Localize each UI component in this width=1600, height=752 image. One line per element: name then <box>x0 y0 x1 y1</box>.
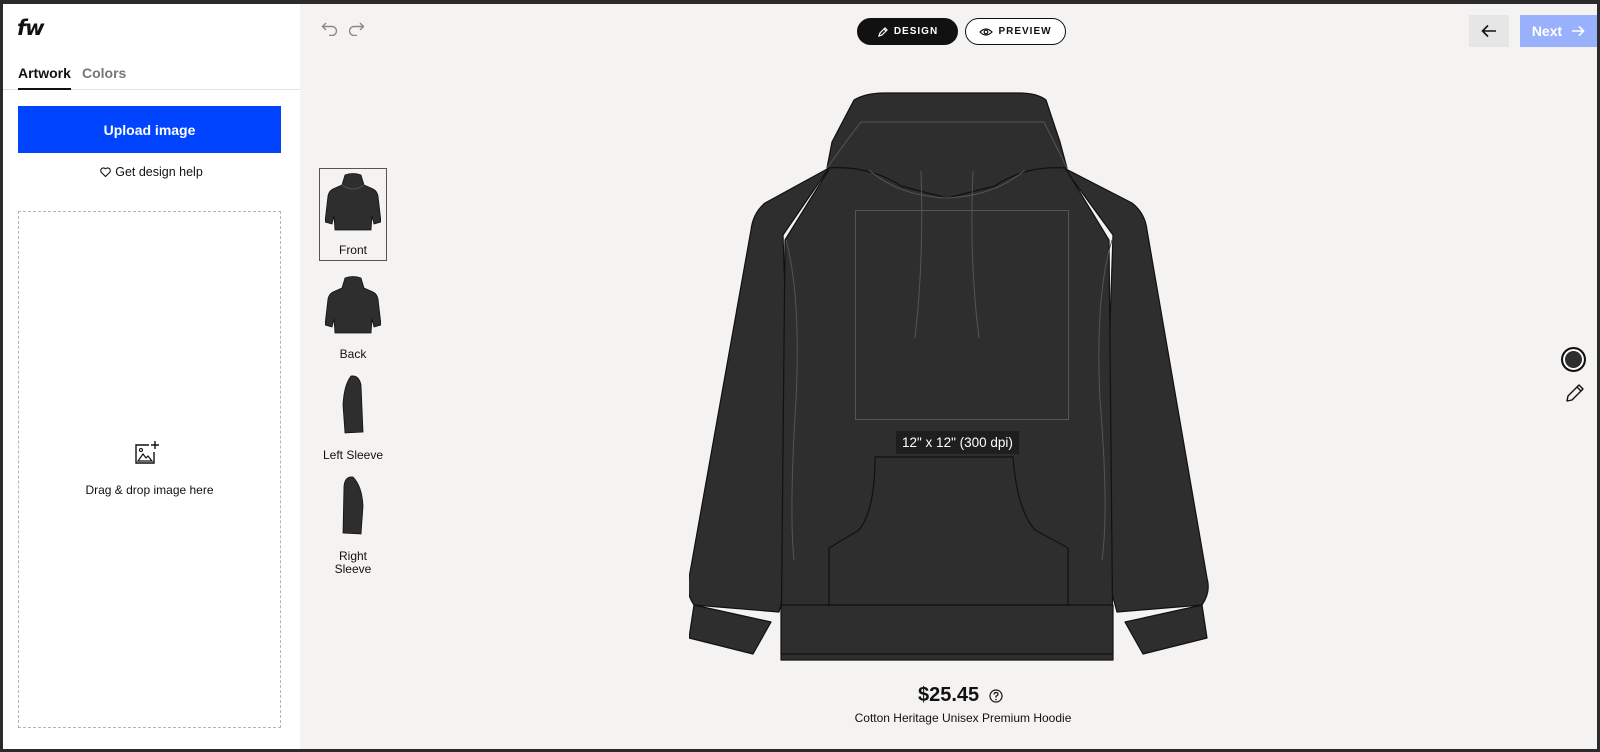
garment-color-swatch[interactable] <box>1561 347 1586 372</box>
pen-icon <box>877 26 888 37</box>
print-area-dimensions: 12" x 12" (300 dpi) <box>896 431 1019 454</box>
right-sleeve-thumbnail <box>320 473 386 539</box>
undo-icon[interactable] <box>321 20 339 36</box>
redo-icon[interactable] <box>347 20 365 36</box>
view-left-sleeve-label: Left Sleeve <box>322 448 384 462</box>
product-name: Cotton Heritage Unisex Premium Hoodie <box>854 711 1072 725</box>
get-design-help-link[interactable]: Get design help <box>3 165 300 179</box>
get-design-help-label: Get design help <box>115 165 203 179</box>
print-area[interactable] <box>855 210 1069 420</box>
eye-icon <box>979 27 994 36</box>
design-mode-button[interactable]: DESIGN <box>857 18 958 45</box>
image-dropzone[interactable]: Drag & drop image here <box>18 211 281 728</box>
add-image-icon <box>135 441 159 464</box>
left-sleeve-thumbnail <box>320 372 386 438</box>
logo[interactable]: fw <box>17 16 45 40</box>
view-front[interactable]: Front <box>319 168 387 261</box>
next-button[interactable]: Next <box>1520 15 1597 47</box>
tab-colors[interactable]: Colors <box>82 65 126 88</box>
view-left-sleeve[interactable]: Left Sleeve <box>319 372 387 462</box>
help-circle-icon[interactable] <box>989 689 1003 703</box>
next-label: Next <box>1531 23 1563 39</box>
dropzone-text: Drag & drop image here <box>85 483 214 497</box>
view-right-sleeve[interactable]: Right Sleeve <box>319 473 387 576</box>
left-panel: fw Artwork Colors Upload image Get desig… <box>3 4 300 749</box>
view-back-label: Back <box>339 347 367 361</box>
back-button[interactable] <box>1469 15 1509 47</box>
back-thumbnail <box>320 272 386 338</box>
preview-label: PREVIEW <box>998 26 1052 37</box>
front-thumbnail <box>320 169 386 235</box>
arrow-left-icon <box>1481 24 1496 38</box>
view-front-label: Front <box>338 243 367 257</box>
arrow-right-icon <box>1572 25 1585 37</box>
product-price: $25.45 <box>918 684 980 706</box>
tab-artwork[interactable]: Artwork <box>18 65 71 90</box>
pencil-icon[interactable] <box>1564 382 1586 404</box>
view-right-sleeve-label: Right Sleeve <box>334 549 372 576</box>
upload-image-button[interactable]: Upload image <box>18 106 281 153</box>
view-back[interactable]: Back <box>319 272 387 361</box>
app-frame: fw Artwork Colors Upload image Get desig… <box>3 4 1597 749</box>
panel-tabs: Artwork Colors <box>3 56 300 90</box>
design-label: DESIGN <box>893 26 939 37</box>
heart-icon <box>100 167 112 178</box>
preview-mode-button[interactable]: PREVIEW <box>965 18 1066 45</box>
